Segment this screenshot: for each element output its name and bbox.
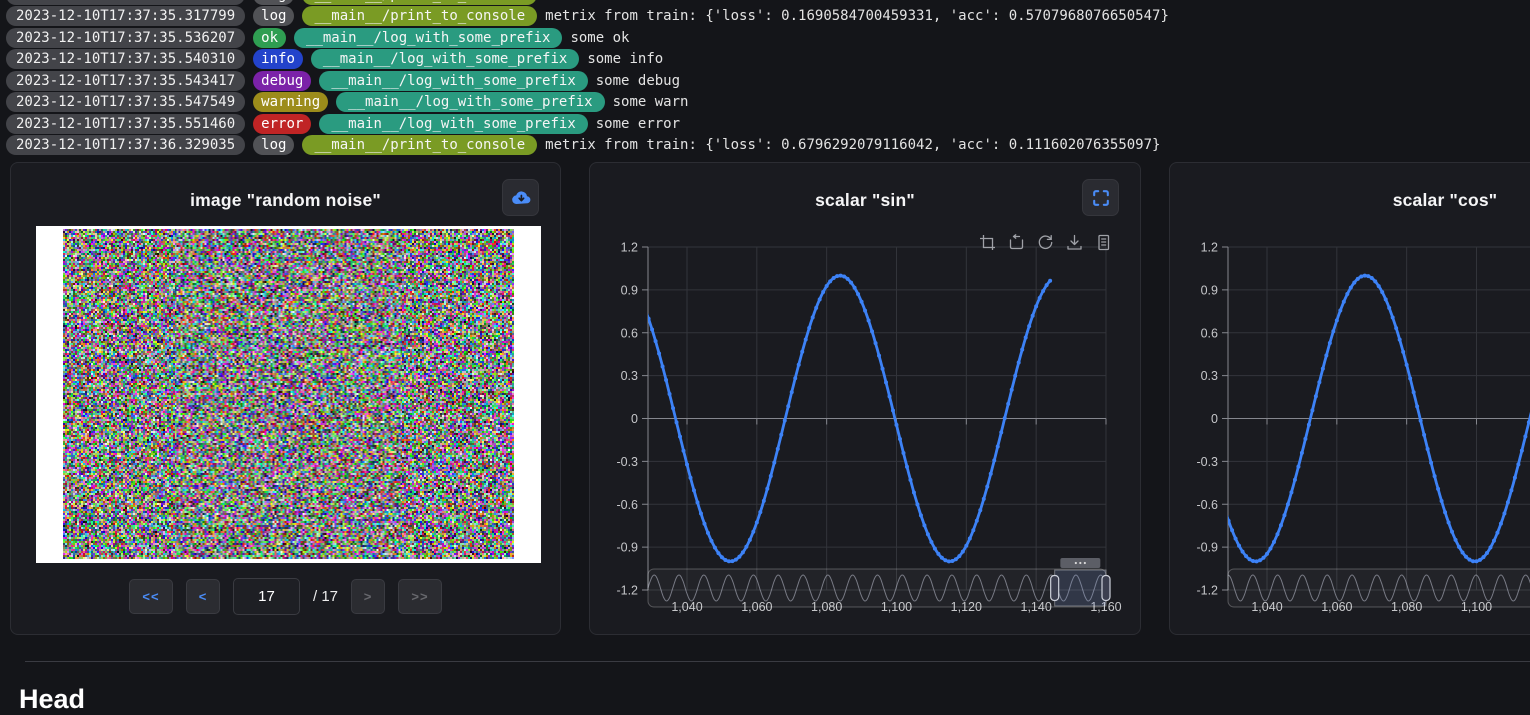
- log-timestamp: 2023-12-10T17:37:35.317799: [6, 0, 245, 5]
- log-source-badge: __main__/print_to_console: [302, 6, 537, 26]
- log-timestamp: 2023-12-10T17:37:35.543417: [6, 71, 245, 91]
- svg-text:1.2: 1.2: [1201, 241, 1218, 255]
- log-source-badge: __main__/log_with_some_prefix: [294, 28, 562, 48]
- svg-text:1.2: 1.2: [621, 241, 638, 255]
- log-row: 2023-12-10T17:37:36.329035 log __main__/pr…: [6, 135, 1169, 157]
- svg-text:-0.6: -0.6: [1196, 498, 1218, 512]
- svg-text:-0.3: -0.3: [616, 455, 638, 469]
- log-row: 2023-12-10T17:37:35.543417 debug __main__/…: [6, 70, 1169, 92]
- log-timestamp: 2023-12-10T17:37:35.540310: [6, 49, 245, 69]
- log-message: some warn: [613, 94, 689, 110]
- svg-text:0.9: 0.9: [1201, 283, 1218, 297]
- log-level-badge: log: [253, 6, 294, 26]
- log-row: 2023-12-10T17:37:35.536207 ok __main__/log…: [6, 27, 1169, 49]
- log-message: metrix from train: {'loss': 0.6796292079…: [545, 137, 1160, 153]
- first-page-button[interactable]: <<: [129, 579, 173, 614]
- svg-text:-0.6: -0.6: [616, 498, 638, 512]
- log-message: some info: [587, 51, 663, 67]
- cos-line-chart[interactable]: 1.20.90.60.30-0.3-0.6-0.9-1.21,0401,0601…: [1170, 163, 1530, 634]
- page-input[interactable]: [233, 578, 300, 615]
- svg-text:0.6: 0.6: [621, 326, 638, 340]
- svg-text:-1.2: -1.2: [1196, 584, 1218, 598]
- pagination: << < / 17 > >>: [11, 578, 560, 615]
- next-section-heading: Head: [19, 684, 85, 715]
- log-source-badge: __main__/log_with_some_prefix: [311, 49, 579, 69]
- log-level-badge: debug: [253, 71, 311, 91]
- scalar-sin-card: scalar "sin": [589, 162, 1141, 635]
- svg-text:0.6: 0.6: [1201, 326, 1218, 340]
- svg-text:0: 0: [631, 412, 638, 426]
- log-message: some ok: [570, 30, 629, 46]
- datazoom-handle[interactable]: [1102, 576, 1110, 601]
- log-message: some error: [596, 116, 680, 132]
- section-divider: [25, 661, 1530, 662]
- next-page-button[interactable]: >: [351, 579, 385, 614]
- prev-page-button[interactable]: <: [186, 579, 220, 614]
- log-timestamp: 2023-12-10T17:37:35.551460: [6, 114, 245, 134]
- log-row: 2023-12-10T17:37:35.547549 warning __main_…: [6, 92, 1169, 114]
- log-source-badge: __main__/print_to_console: [302, 135, 537, 155]
- svg-text:0.3: 0.3: [1201, 369, 1218, 383]
- log-row: 2023-12-10T17:37:35.540310 info __main__/l…: [6, 49, 1169, 71]
- log-level-badge: warning: [253, 92, 328, 112]
- log-message: some debug: [596, 73, 680, 89]
- last-page-button[interactable]: >>: [398, 579, 442, 614]
- log-row: 2023-12-10T17:37:35.317799 log __main__/pr…: [6, 6, 1169, 28]
- svg-text:0.3: 0.3: [621, 369, 638, 383]
- page-total-label: / 17: [313, 588, 338, 605]
- log-console: 2023-12-10T17:37:35.317799 log __main__/pr…: [6, 0, 1169, 156]
- chart-toolbox: [979, 234, 1112, 251]
- log-row: 2023-12-10T17:37:35.551460 error __main__/…: [6, 113, 1169, 135]
- log-timestamp: 2023-12-10T17:37:35.317799: [6, 6, 245, 26]
- zoom-reset-icon[interactable]: [1008, 234, 1025, 251]
- svg-text:-0.9: -0.9: [616, 541, 638, 555]
- log-message: metrix from train: {'loss': 0.1690584700…: [545, 8, 1169, 24]
- image-card: image "random noise" << < / 17 > >>: [10, 162, 561, 635]
- datazoom-handle[interactable]: [1051, 576, 1059, 601]
- zoom-select-icon[interactable]: [979, 234, 996, 251]
- image-card-title: image "random noise": [11, 190, 560, 211]
- scalar-cos-card: scalar "cos" 1.20.90.60.30-0.3-0.6-0.9-1…: [1169, 162, 1530, 635]
- log-source-badge: __main__/log_with_some_prefix: [319, 114, 587, 134]
- svg-text:-1.2: -1.2: [616, 584, 638, 598]
- save-as-image-icon[interactable]: [1066, 234, 1083, 251]
- log-source-badge: __main__/print_to_console: [302, 0, 537, 5]
- log-timestamp: 2023-12-10T17:37:36.329035: [6, 135, 245, 155]
- svg-text:-0.9: -0.9: [1196, 541, 1218, 555]
- cloud-download-icon: [510, 189, 532, 206]
- log-source-badge: __main__/log_with_some_prefix: [336, 92, 604, 112]
- log-level-badge: ok: [253, 28, 286, 48]
- log-timestamp: 2023-12-10T17:37:35.536207: [6, 28, 245, 48]
- svg-text:0: 0: [1211, 412, 1218, 426]
- log-source-badge: __main__/log_with_some_prefix: [319, 71, 587, 91]
- download-image-button[interactable]: [502, 179, 539, 216]
- log-level-badge: info: [253, 49, 303, 69]
- noise-figure: [36, 226, 541, 563]
- log-level-badge: error: [253, 114, 311, 134]
- noise-image: [63, 229, 514, 559]
- log-level-badge: log: [253, 0, 294, 5]
- svg-text:-0.3: -0.3: [1196, 455, 1218, 469]
- log-level-badge: log: [253, 135, 294, 155]
- log-timestamp: 2023-12-10T17:37:35.547549: [6, 92, 245, 112]
- data-view-icon[interactable]: [1095, 234, 1112, 251]
- svg-text:0.9: 0.9: [621, 283, 638, 297]
- restore-icon[interactable]: [1037, 234, 1054, 251]
